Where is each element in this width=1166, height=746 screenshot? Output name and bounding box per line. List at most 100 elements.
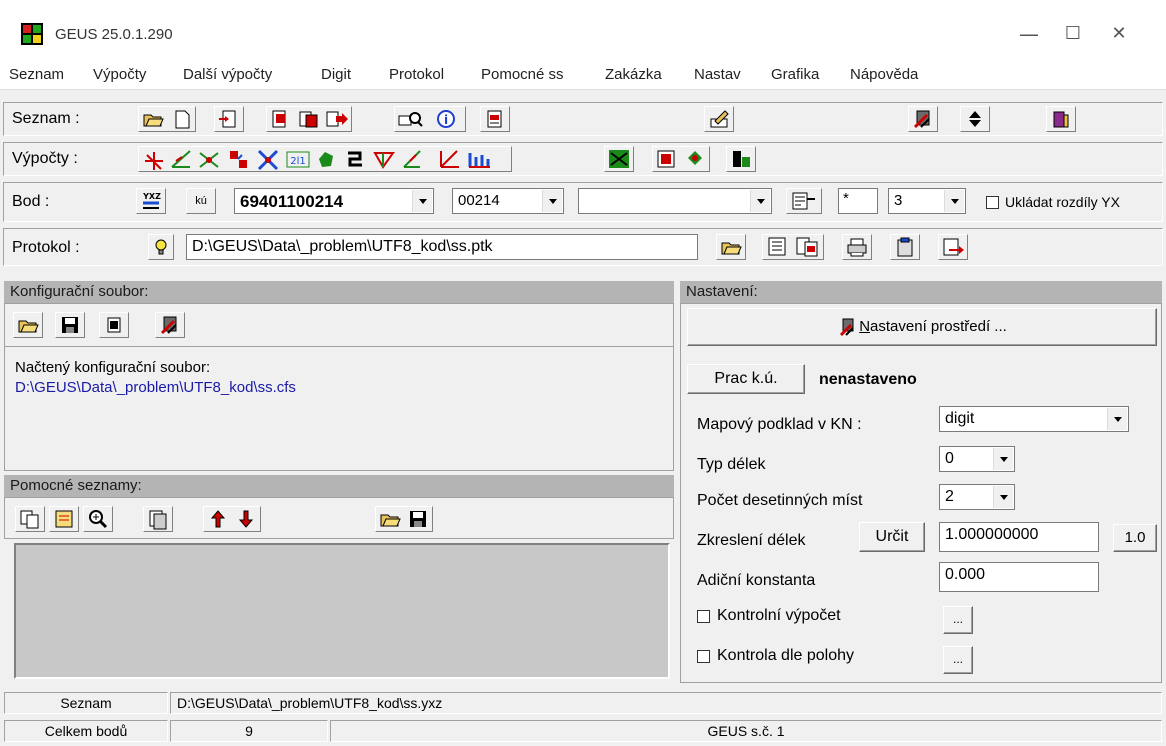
control-position-more-button[interactable]: ...	[943, 646, 973, 674]
new-file-icon[interactable]	[169, 107, 195, 131]
decimals-value: 2	[945, 488, 954, 505]
status-list-label: Seznam	[4, 692, 168, 714]
length-type-combo[interactable]: 0	[939, 446, 1015, 472]
close-button[interactable]: ✕	[1096, 14, 1142, 54]
network-adjust-icon[interactable]	[605, 147, 633, 171]
zoom-icon[interactable]	[84, 507, 112, 531]
open-folder-icon[interactable]	[139, 107, 167, 131]
import-list-icon[interactable]	[215, 107, 243, 131]
menu-zakazka[interactable]: Zakázka	[605, 66, 662, 83]
open-folder-icon[interactable]	[14, 313, 42, 337]
tools-settings-icon[interactable]	[909, 107, 937, 131]
copy-list-icon[interactable]	[295, 107, 323, 131]
control-calc-label: Kontrolní výpočet	[717, 607, 841, 624]
delete-list-icon[interactable]	[481, 107, 509, 131]
orthogonal-icon[interactable]	[373, 152, 395, 169]
menu-grafika[interactable]: Grafika	[771, 66, 819, 83]
send-list-icon[interactable]	[323, 107, 351, 131]
control-calc-more-button[interactable]: ...	[943, 606, 973, 634]
polar-method-icon[interactable]	[145, 152, 163, 170]
chevron-down-icon[interactable]	[750, 190, 770, 212]
point-text-combo[interactable]	[578, 188, 772, 214]
chevron-down-icon[interactable]	[993, 486, 1013, 508]
sort-updown-icon[interactable]	[961, 107, 989, 131]
intersection-angles-icon[interactable]	[171, 150, 191, 168]
chevron-down-icon[interactable]	[1107, 408, 1127, 430]
maximize-button[interactable]: ☐	[1050, 14, 1096, 54]
filter-input[interactable]: *	[838, 188, 878, 214]
save-diff-checkbox[interactable]	[986, 196, 999, 209]
environment-settings-button[interactable]: Nastavení prostředí ...	[687, 308, 1157, 346]
menu-napoveda[interactable]: Nápověda	[850, 66, 918, 83]
bar-stats-icon[interactable]	[468, 153, 490, 168]
calc-tools-strip: 2l1	[145, 149, 490, 171]
polygon-icon[interactable]	[319, 152, 333, 167]
save-disk-icon[interactable]	[404, 507, 432, 531]
scale-reset-button[interactable]: 1.0	[1113, 524, 1157, 552]
print-icon[interactable]	[843, 235, 871, 259]
prac-ku-button[interactable]: Prac k.ú.	[687, 364, 805, 394]
additive-constant-input[interactable]: 0.000	[939, 562, 1099, 592]
title-bar: GEUS 25.0.1.290 — ☐ ✕	[0, 0, 1166, 60]
clipboard-icon[interactable]	[891, 235, 919, 259]
open-folder-icon[interactable]	[717, 235, 745, 259]
info-icon[interactable]: i	[433, 107, 459, 131]
protocol-path-input[interactable]: D:\GEUS\Data\_problem\UTF8_kod\ss.ptk	[186, 234, 698, 260]
intersection-lines-icon[interactable]	[199, 152, 219, 168]
chevron-down-icon[interactable]	[412, 190, 432, 212]
minimize-button[interactable]: —	[1006, 14, 1052, 54]
config-toolbar	[4, 303, 674, 347]
lightbulb-icon[interactable]	[149, 235, 173, 259]
transformation-icon[interactable]	[230, 151, 247, 168]
copy-icon[interactable]	[16, 507, 44, 531]
exit-door-icon[interactable]	[1047, 107, 1075, 131]
map-base-combo[interactable]: digit	[939, 406, 1129, 432]
tree-points-icon[interactable]	[681, 147, 709, 171]
chevron-down-icon[interactable]	[993, 448, 1013, 470]
point-short-combo[interactable]: 00214	[452, 188, 564, 214]
control-calc-checkbox[interactable]	[697, 610, 710, 623]
angle-check-icon[interactable]	[403, 150, 421, 168]
protocol-view-icon[interactable]	[763, 235, 793, 259]
menu-protokol[interactable]: Protokol	[389, 66, 444, 83]
chevron-down-icon[interactable]	[542, 190, 562, 212]
chevron-down-icon[interactable]	[944, 190, 964, 212]
point-properties-icon[interactable]	[787, 189, 821, 213]
menu-nastav[interactable]: Nastav	[694, 66, 741, 83]
search-points-icon[interactable]	[395, 107, 427, 131]
graphic-window-icon[interactable]	[653, 147, 681, 171]
free-station-icon[interactable]	[440, 150, 459, 168]
menu-vypocty[interactable]: Výpočty	[93, 66, 146, 83]
edit-icon[interactable]	[705, 107, 733, 131]
menu-pomocne-ss[interactable]: Pomocné ss	[481, 66, 564, 83]
count-combo[interactable]: 3	[888, 188, 966, 214]
yxz-transfer-icon[interactable]: YXZ	[137, 189, 165, 213]
select-list-icon[interactable]	[50, 507, 78, 531]
status-bar-list: Seznam D:\GEUS\Data\_problem\UTF8_kod\ss…	[0, 690, 1166, 715]
config-reload-icon[interactable]	[100, 313, 128, 337]
determine-scale-button[interactable]: Určit	[859, 522, 925, 552]
arrow-up-icon[interactable]	[204, 507, 232, 531]
helmert-icon[interactable]	[257, 149, 279, 171]
ku-button[interactable]: kú	[186, 188, 216, 214]
arrow-down-icon[interactable]	[232, 507, 260, 531]
decimals-combo[interactable]: 2	[939, 484, 1015, 510]
documents-icon[interactable]	[144, 507, 172, 531]
open-folder-icon[interactable]	[376, 507, 404, 531]
menu-digit[interactable]: Digit	[321, 66, 351, 83]
area-calc-icon[interactable]: 2l1	[286, 151, 310, 168]
protocol-export-icon[interactable]	[939, 235, 967, 259]
menu-dalsi-vypocty[interactable]: Další výpočty	[183, 66, 272, 83]
protocol-edit-icon[interactable]	[793, 235, 823, 259]
export-list-icon[interactable]	[267, 107, 295, 131]
save-disk-icon[interactable]	[56, 313, 84, 337]
control-position-checkbox[interactable]	[697, 650, 710, 663]
tools-settings-icon[interactable]	[156, 313, 184, 337]
point-short-value: 00214	[458, 192, 500, 209]
traverse-icon[interactable]	[348, 151, 362, 167]
menu-seznam[interactable]: Seznam	[9, 66, 64, 83]
calc-log-icon[interactable]	[727, 147, 755, 171]
scale-value-input[interactable]: 1.000000000	[939, 522, 1099, 552]
aux-list-box[interactable]	[14, 543, 670, 679]
point-number-combo[interactable]: 69401100214	[234, 188, 434, 214]
